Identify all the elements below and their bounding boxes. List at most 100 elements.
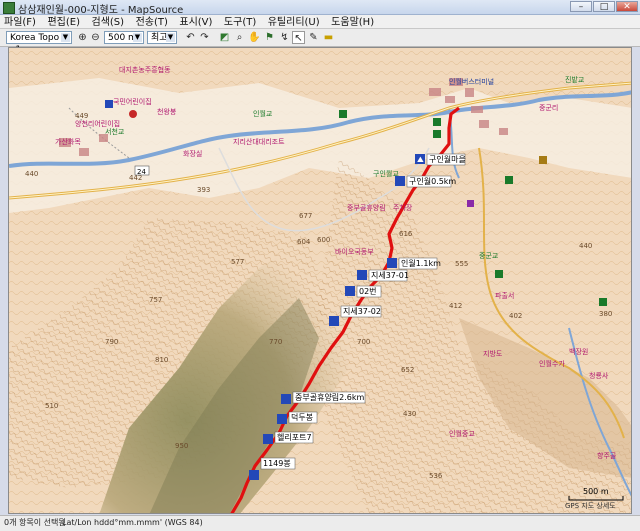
map-product-select[interactable]: Korea Topo v1. ▼ — [6, 31, 72, 55]
menu-utilities[interactable]: 유틸리티(U) — [264, 16, 324, 29]
measure-tool-icon[interactable]: ▬ — [322, 31, 335, 44]
place-name: 인월버스터미널 — [449, 77, 494, 86]
hiker-icon — [249, 470, 259, 480]
bus-stop-icon — [433, 118, 441, 126]
hiker-icon — [277, 414, 287, 424]
track-tool-icon[interactable]: ✎ — [307, 31, 320, 44]
menu-search[interactable]: 검색(S) — [88, 16, 129, 29]
waypoint[interactable]: 중부골휴양림2.6km — [281, 391, 366, 404]
minimize-button[interactable]: – — [570, 1, 592, 12]
zoom-out-icon[interactable]: ⊖ — [89, 31, 102, 44]
place-name: 지방도 — [483, 349, 503, 358]
place-name: 인월중교 — [449, 429, 475, 438]
chevron-down-icon: ▼ — [61, 33, 70, 42]
map-select-icon[interactable]: ◩ — [218, 31, 231, 44]
hiker-icon — [345, 286, 355, 296]
chevron-down-icon: ▼ — [166, 33, 175, 42]
menu-edit[interactable]: 편집(E) — [43, 16, 84, 29]
map-view[interactable]: ⛰ 구인월마을 구인월0.5km 인월1.1km 지세37-01 02번 지세3… — [8, 47, 632, 514]
hospital-icon — [467, 200, 474, 207]
elevation-label: 600 — [317, 236, 330, 244]
place-name: 바이오국동부 — [335, 247, 374, 256]
elevation-label: 950 — [175, 442, 188, 450]
menu-view[interactable]: 표시(V) — [175, 16, 216, 29]
elevation-label: 430 — [403, 410, 416, 418]
waypoint-label: 구인월마을 — [429, 154, 466, 164]
selection-status: 0개 항목이 선택됨 — [4, 518, 66, 527]
menu-tools[interactable]: 도구(T) — [220, 16, 260, 29]
menu-help[interactable]: 도움말(H) — [327, 16, 378, 29]
place-name: 인월수가 — [539, 359, 565, 368]
facility-icon — [599, 298, 607, 306]
road-number: 24 — [137, 168, 146, 176]
coord-format: Lat/Lon hddd°mm.mmm' (WGS 84) — [62, 518, 203, 527]
menu-transfer[interactable]: 전송(T) — [132, 16, 172, 29]
place-name: 가산화목 — [55, 137, 81, 146]
menu-file[interactable]: 파일(F) — [0, 16, 40, 29]
elevation-label: 393 — [197, 186, 210, 194]
zoom-in-icon[interactable]: ⊕ — [76, 31, 89, 44]
elevation-label: 536 — [429, 472, 443, 480]
selection-tool-icon[interactable]: ↖ — [292, 31, 305, 44]
place-name: 향주골 — [597, 451, 617, 460]
waypoint[interactable]: ⛰ 구인월마을 — [415, 153, 466, 166]
elevation-label: 380 — [599, 310, 612, 318]
elevation-label: 402 — [509, 312, 522, 320]
school-icon — [105, 100, 113, 108]
status-bar: 0개 항목이 선택됨 Lat/Lon hddd°mm.mmm' (WGS 84) — [0, 515, 640, 531]
waypoint[interactable]: 02번 — [345, 285, 382, 298]
back-icon[interactable]: ↶ — [184, 31, 197, 44]
map-copyright: GPS 지도 상세도 — [565, 501, 616, 510]
shop-icon — [433, 130, 441, 138]
chevron-down-icon: ▼ — [133, 33, 142, 42]
hiker-icon — [357, 270, 367, 280]
maximize-button[interactable]: □ — [593, 1, 615, 12]
title-bar: 삼삼재인월-000-지형도 - MapSource – □ ✕ — [0, 0, 640, 16]
elevation-label: 616 — [399, 230, 413, 238]
waypoint-label: 덕두봉 — [291, 412, 313, 422]
zoom-tool-icon[interactable]: ⌕ — [233, 31, 246, 44]
place-name: 중군리 — [539, 103, 558, 112]
waypoint-label: 지세37-01 — [371, 271, 409, 280]
waypoint[interactable]: 지세37-01 — [357, 269, 409, 282]
hotel-icon — [539, 156, 547, 164]
place-name: 지리산대대리조트 — [233, 137, 285, 146]
place-name: 주차장 — [393, 203, 413, 212]
detail-select[interactable]: 최고 ▼ — [147, 31, 177, 44]
elevation-label: 757 — [149, 296, 162, 304]
place-name: 화장실 — [183, 149, 202, 158]
place-name: 대지촌농주흥협동 — [119, 65, 171, 74]
elevation-label: 440 — [25, 170, 38, 178]
place-name: 청룡사 — [589, 371, 609, 380]
waypoint-label: 1149봉 — [263, 459, 291, 468]
elevation-label: 510 — [45, 402, 58, 410]
place-name: 중부골휴양림 — [347, 203, 386, 212]
hiker-icon — [387, 258, 397, 268]
waypoint[interactable]: 인월1.1km — [387, 257, 441, 270]
scale-select[interactable]: 500 m ▼ — [104, 31, 144, 44]
hand-tool-icon[interactable]: ✋ — [248, 31, 261, 44]
place-name: 백장원 — [569, 347, 588, 356]
route-tool-icon[interactable]: ↯ — [278, 31, 291, 44]
elevation-label: 449 — [75, 112, 88, 120]
elevation-label: 810 — [155, 356, 168, 364]
waypoint-label: 지세37-02 — [343, 307, 381, 316]
elevation-label: 770 — [269, 338, 282, 346]
elevation-label: 412 — [449, 302, 462, 310]
topo-map: ⛰ 구인월마을 구인월0.5km 인월1.1km 지세37-01 02번 지세3… — [9, 48, 631, 513]
place-name: 천왕봉 — [157, 107, 177, 116]
place-name: 양천리어린이집 — [75, 119, 120, 128]
forward-icon[interactable]: ↷ — [198, 31, 211, 44]
place-name: 파출서 — [495, 291, 514, 300]
waypoint[interactable]: 구인월0.5km — [395, 175, 456, 188]
close-button[interactable]: ✕ — [616, 1, 638, 12]
elevation-label: 652 — [401, 366, 414, 374]
elevation-label: 604 — [297, 238, 311, 246]
elevation-label: 440 — [579, 242, 592, 250]
elevation-label: 555 — [455, 260, 468, 268]
place-name: 진밭교 — [565, 75, 585, 84]
restaurant-icon — [339, 110, 347, 118]
place-name: 인월교 — [253, 109, 273, 118]
lodging-icon — [505, 176, 513, 184]
waypoint-tool-icon[interactable]: ⚑ — [263, 31, 276, 44]
